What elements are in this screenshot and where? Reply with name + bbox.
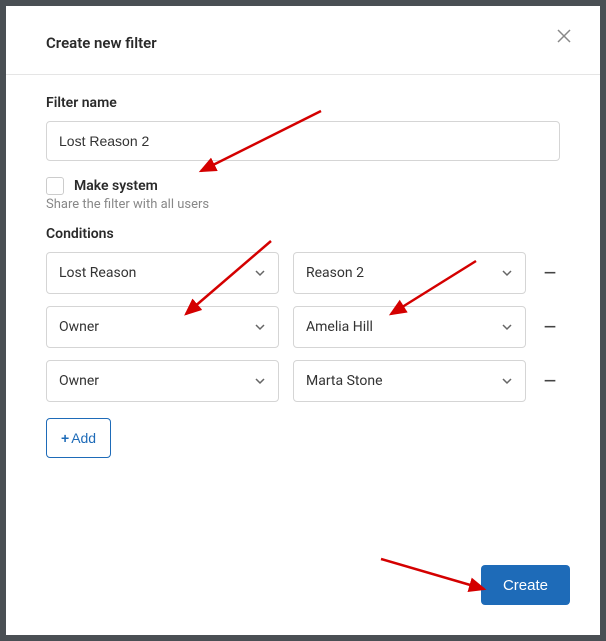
select-value: Amelia Hill: [306, 319, 373, 335]
minus-icon: −: [544, 316, 557, 338]
minus-icon: −: [544, 370, 557, 392]
select-value: Lost Reason: [59, 265, 136, 281]
modal-body: Filter name Make system Share the filter…: [6, 75, 600, 547]
filter-name-input[interactable]: [46, 121, 560, 161]
condition-value-select[interactable]: Marta Stone: [293, 360, 526, 402]
select-value: Owner: [59, 319, 99, 335]
modal-header: Create new filter: [6, 6, 600, 75]
condition-row: Owner Marta Stone −: [46, 360, 560, 402]
condition-field-select[interactable]: Owner: [46, 360, 279, 402]
make-system-hint: Share the filter with all users: [46, 197, 560, 212]
make-system-label: Make system: [74, 178, 158, 194]
condition-row: Owner Amelia Hill −: [46, 306, 560, 348]
plus-icon: +: [61, 430, 69, 446]
select-value: Reason 2: [306, 265, 364, 281]
chevron-down-icon: [254, 321, 266, 333]
select-value: Owner: [59, 373, 99, 389]
make-system-checkbox[interactable]: [46, 177, 64, 195]
condition-row: Lost Reason Reason 2 −: [46, 252, 560, 294]
add-condition-button[interactable]: +Add: [46, 418, 111, 458]
create-button[interactable]: Create: [481, 565, 570, 605]
condition-field-select[interactable]: Owner: [46, 306, 279, 348]
chevron-down-icon: [501, 267, 513, 279]
condition-value-select[interactable]: Amelia Hill: [293, 306, 526, 348]
chevron-down-icon: [254, 267, 266, 279]
chevron-down-icon: [254, 375, 266, 387]
minus-icon: −: [544, 262, 557, 284]
modal-footer: Create: [6, 547, 600, 635]
add-label: Add: [71, 430, 96, 446]
conditions-label: Conditions: [46, 226, 560, 242]
filter-name-label: Filter name: [46, 95, 560, 111]
chevron-down-icon: [501, 321, 513, 333]
close-button[interactable]: [552, 24, 576, 48]
select-value: Marta Stone: [306, 373, 383, 389]
condition-value-select[interactable]: Reason 2: [293, 252, 526, 294]
remove-condition-button[interactable]: −: [540, 371, 560, 391]
make-system-row: Make system: [46, 177, 560, 195]
create-filter-modal: Create new filter Filter name Make syste…: [6, 6, 600, 635]
remove-condition-button[interactable]: −: [540, 317, 560, 337]
condition-field-select[interactable]: Lost Reason: [46, 252, 279, 294]
modal-title: Create new filter: [46, 34, 560, 52]
remove-condition-button[interactable]: −: [540, 263, 560, 283]
chevron-down-icon: [501, 375, 513, 387]
close-icon: [556, 28, 572, 44]
